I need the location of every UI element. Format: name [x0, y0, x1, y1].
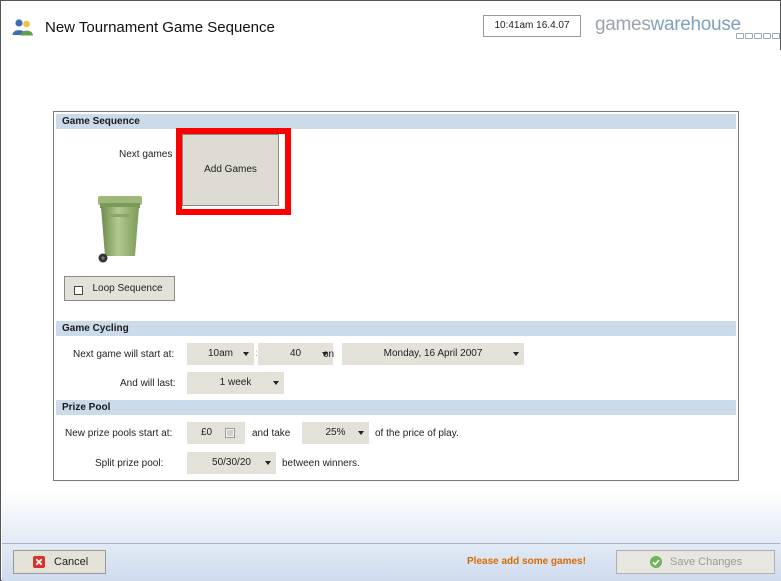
start-time-label: Next game will start at:	[73, 349, 175, 360]
hour-select[interactable]: 10am	[187, 343, 254, 365]
section-prize-pool: Prize Pool	[56, 400, 736, 415]
clock-display: 10:41am 16.4.07	[483, 15, 581, 37]
prize-amount-field[interactable]: £0	[187, 422, 245, 444]
duration-label: And will last:	[120, 378, 176, 389]
percent-select[interactable]: 25%	[302, 422, 369, 444]
prize-start-label: New prize pools start at:	[65, 428, 173, 439]
highlight-annotation	[176, 128, 291, 215]
brand-logo: gameswarehouse	[595, 14, 741, 36]
date-value: Monday, 16 April 2007	[383, 348, 483, 359]
loop-sequence-checkbox[interactable]	[74, 286, 83, 295]
duration-value: 1 week	[219, 377, 252, 388]
settings-panel: Game Sequence Next games Loop Sequence G…	[53, 111, 739, 481]
chevron-down-icon	[273, 381, 279, 385]
split-value: 50/30/20	[212, 457, 251, 468]
cancel-button[interactable]: Cancel	[13, 550, 106, 574]
cancel-label: Cancel	[54, 556, 89, 568]
split-select[interactable]: 50/30/20	[187, 452, 276, 474]
percent-value: 25%	[325, 427, 346, 438]
save-changes-label: Save Changes	[670, 556, 743, 568]
date-select[interactable]: Monday, 16 April 2007	[342, 343, 524, 365]
footer-divider	[2, 543, 780, 544]
header: New Tournament Game Sequence 10:41am 16.…	[1, 1, 780, 49]
next-games-label: Next games	[119, 149, 173, 160]
app-window: New Tournament Game Sequence 10:41am 16.…	[0, 0, 781, 581]
prize-amount-value: £0	[201, 427, 213, 438]
trash-bin-icon	[98, 196, 142, 263]
price-of-play-label: of the price of play.	[375, 428, 459, 439]
chevron-down-icon	[358, 431, 364, 435]
page-title: New Tournament Game Sequence	[45, 19, 275, 36]
split-label: Split prize pool:	[95, 458, 164, 469]
section-game-cycling: Game Cycling	[56, 321, 736, 336]
warning-message: Please add some games!	[467, 556, 586, 567]
minute-value: 40	[289, 348, 302, 359]
minute-select[interactable]: 40	[258, 343, 333, 365]
logo-text-warehouse: warehouse	[650, 14, 742, 35]
chevron-down-icon	[513, 352, 519, 356]
chevron-down-icon	[243, 352, 249, 356]
calculator-icon[interactable]	[225, 428, 235, 438]
logo-text-games: games	[595, 14, 651, 35]
duration-select[interactable]: 1 week	[187, 372, 284, 394]
logo-dots-icon	[736, 33, 780, 39]
users-icon	[12, 19, 33, 36]
save-changes-button[interactable]: Save Changes	[616, 550, 775, 574]
check-icon	[650, 556, 662, 568]
between-winners-label: between winners.	[282, 458, 360, 469]
hour-value: 10am	[207, 348, 233, 359]
section-game-sequence: Game Sequence	[56, 114, 736, 129]
chevron-down-icon	[265, 461, 271, 465]
take-label: and take	[252, 428, 291, 439]
on-label: on	[323, 349, 335, 360]
loop-sequence-button[interactable]: Loop Sequence	[64, 276, 175, 301]
close-icon	[33, 556, 45, 568]
loop-sequence-label: Loop Sequence	[92, 283, 163, 294]
